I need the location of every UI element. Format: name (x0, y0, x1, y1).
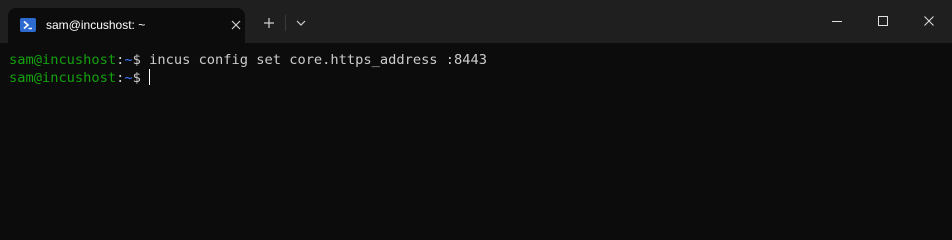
close-icon[interactable] (229, 18, 243, 32)
powershell-icon (20, 17, 36, 33)
chevron-down-icon[interactable] (292, 14, 310, 32)
prompt-user-host: sam@incushost (9, 70, 117, 86)
terminal-output[interactable]: sam@incushost:~$ incus config set core.h… (0, 43, 952, 210)
plus-icon[interactable] (260, 14, 278, 32)
title-bar[interactable]: sam@incushost: ~ (0, 0, 952, 43)
prompt-symbol: $ (132, 52, 150, 68)
terminal-line: sam@incushost:~$ incus config set core.h… (9, 51, 487, 69)
prompt-path: ~ (124, 70, 133, 86)
prompt-path: ~ (124, 52, 133, 68)
minimize-button[interactable] (814, 0, 860, 43)
prompt-symbol: $ (132, 70, 141, 86)
close-window-button[interactable] (906, 0, 952, 43)
maximize-icon (878, 16, 888, 26)
terminal-line: sam@incushost:~$ (9, 69, 150, 87)
tab-separator (285, 15, 286, 31)
maximize-button[interactable] (860, 0, 906, 43)
tab-title: sam@incushost: ~ (46, 18, 146, 32)
minimize-icon (832, 21, 842, 22)
command-text: incus config set core.https_address :844… (149, 52, 487, 68)
prompt-user-host: sam@incushost (9, 52, 117, 68)
tab-active[interactable]: sam@incushost: ~ (8, 8, 245, 43)
terminal-window: sam@incushost: ~ sam@incushost:~$ incus … (0, 0, 952, 210)
close-icon (924, 16, 934, 26)
text-cursor (148, 69, 150, 85)
